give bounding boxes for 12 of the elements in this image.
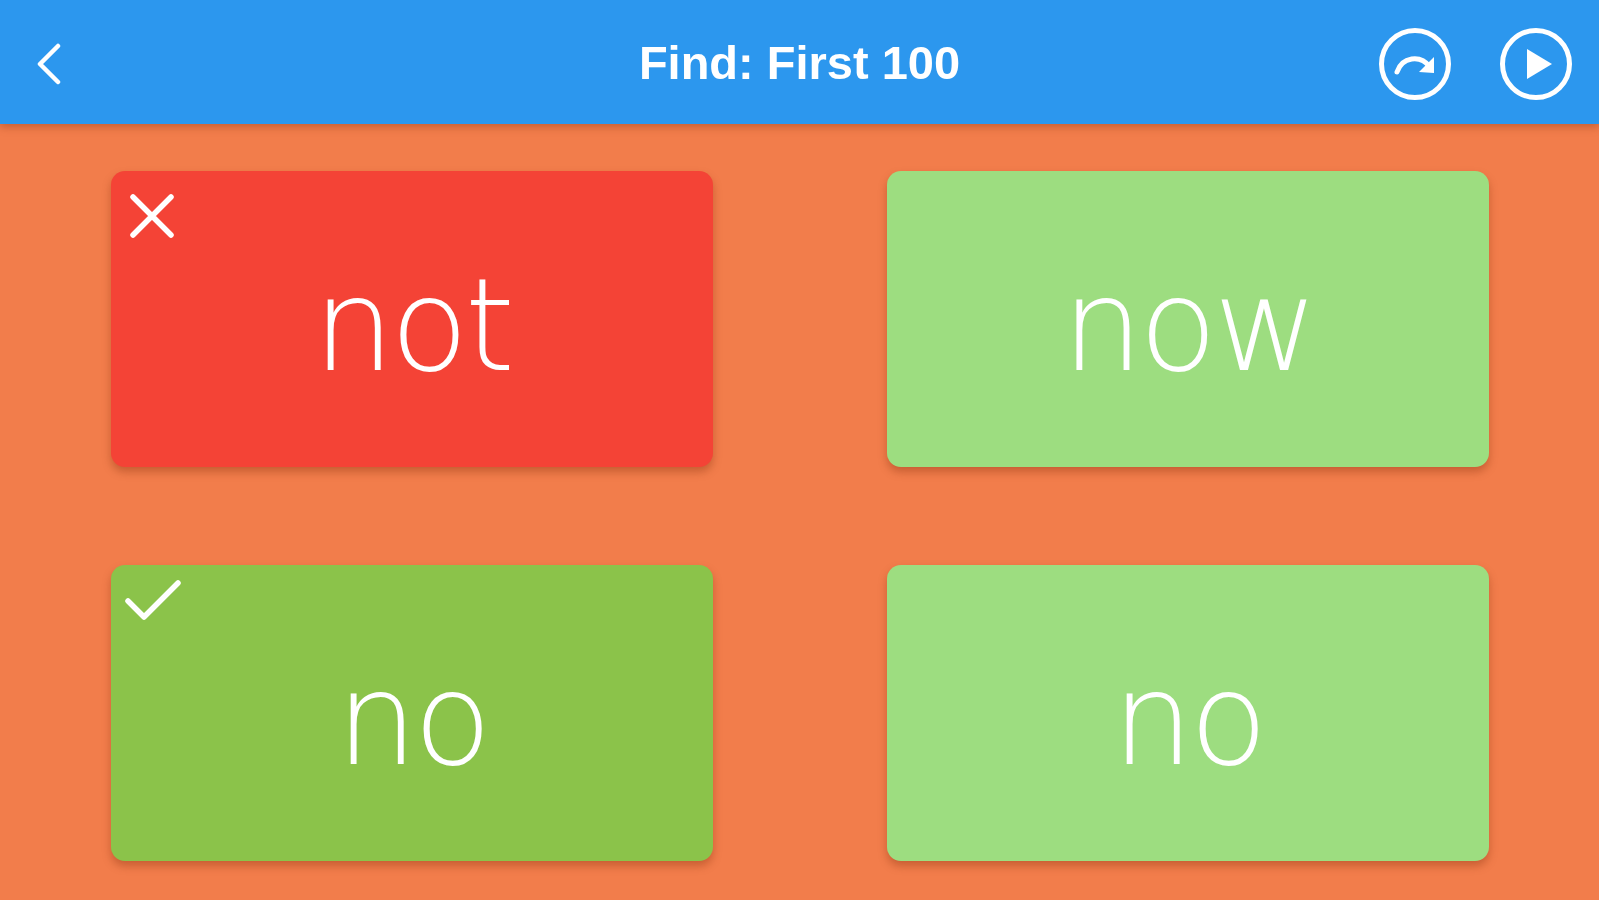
redo-icon <box>1378 27 1452 101</box>
play-button[interactable] <box>1499 27 1573 101</box>
back-button[interactable] <box>36 43 62 85</box>
chevron-left-icon <box>36 43 62 85</box>
word-card[interactable]: now <box>887 171 1489 467</box>
word-card[interactable]: not <box>111 171 713 467</box>
cross-icon <box>127 191 177 241</box>
play-icon <box>1499 27 1573 101</box>
screen-title: Find: First 100 <box>638 34 961 90</box>
word-card[interactable]: no <box>887 565 1489 861</box>
word-card[interactable]: no <box>111 565 713 861</box>
redo-button[interactable] <box>1378 27 1452 101</box>
